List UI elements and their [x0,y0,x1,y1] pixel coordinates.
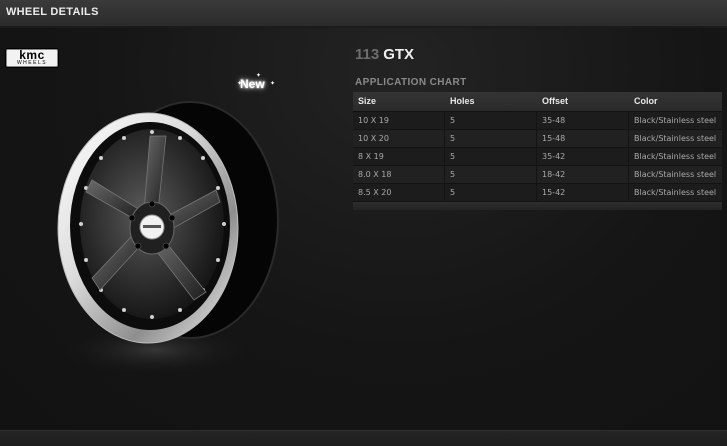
product-name: GTX [383,46,415,63]
sparkle-icon: ✦ [270,80,276,87]
cell-size: 10 X 19 [353,112,445,129]
cell-size: 10 X 20 [353,130,445,147]
cell-color: Black/Stainless steel [634,134,717,143]
cell-color: Black/Stainless steel [634,188,717,197]
cell-holes: 5 [445,148,537,165]
cell-offset: 18-42 [537,166,629,183]
product-number: 113 [355,46,380,63]
cell-offset: 15-42 [537,184,629,201]
new-badge: New [240,77,265,91]
column-header-color: Color [634,96,658,106]
cell-size: 8.5 X 20 [353,184,445,201]
cell-holes: 5 [445,112,537,129]
table-row: 8.0 X 18 5 18-42 Black/Stainless steel [353,166,722,184]
cell-holes: 5 [445,130,537,147]
table-row: 8.5 X 20 5 15-42 Black/Stainless steel [353,184,722,202]
table-row: 10 X 19 5 35-48 Black/Stainless steel [353,112,722,130]
application-chart-title: APPLICATION CHART [355,77,467,88]
wheel-icon [57,101,279,376]
cell-holes: 5 [445,184,537,201]
cell-offset: 15-48 [537,130,629,147]
application-chart-table: Size Holes Offset Color 10 X 19 5 35-48 … [353,92,722,210]
brand-logo: kmc WHEELS [5,48,59,68]
table-footer [353,202,722,210]
cell-size: 8 X 19 [353,148,445,165]
column-header-offset: Offset [542,96,569,106]
section-header: WHEEL DETAILS [0,0,727,28]
cell-color: Black/Stainless steel [634,116,717,125]
cell-holes: 5 [445,166,537,183]
cell-size: 8.0 X 18 [353,166,445,183]
wheel-image [40,100,280,390]
section-title: WHEEL DETAILS [6,6,99,18]
table-header: Size Holes Offset Color [353,92,722,112]
column-header-holes: Holes [450,96,475,106]
cell-offset: 35-48 [537,112,629,129]
cell-offset: 35-42 [537,148,629,165]
cell-color: Black/Stainless steel [634,152,717,161]
product-title: 113 GTX [355,46,414,63]
page-footer-bar [0,430,727,446]
column-header-size: Size [358,96,377,106]
table-row: 10 X 20 5 15-48 Black/Stainless steel [353,130,722,148]
table-row: 8 X 19 5 35-42 Black/Stainless steel [353,148,722,166]
logo-subtext: WHEELS [16,60,48,66]
cell-color: Black/Stainless steel [634,170,717,179]
